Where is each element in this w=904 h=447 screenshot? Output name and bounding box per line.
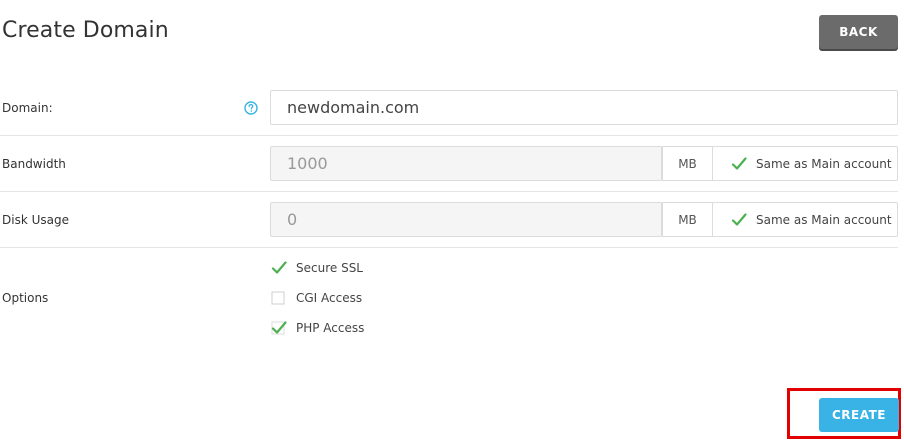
disk-usage-same-label: Same as Main account <box>756 212 892 227</box>
option-label: Secure SSL <box>296 261 363 275</box>
bandwidth-label: Bandwidth <box>2 157 66 171</box>
option-label: CGI Access <box>296 291 363 305</box>
row-divider <box>0 191 898 192</box>
row-divider <box>0 247 898 248</box>
checkmark-icon[interactable] <box>731 212 747 228</box>
domain-input[interactable]: newdomain.com <box>270 90 898 125</box>
create-button[interactable]: CREATE <box>819 398 899 432</box>
disk-usage-unit: MB <box>662 202 713 237</box>
options-label: Options <box>2 291 49 305</box>
bandwidth-unit: MB <box>662 146 713 181</box>
checkmark-icon[interactable] <box>271 320 287 336</box>
disk-usage-label: Disk Usage <box>2 213 69 227</box>
option-php-access[interactable]: PHP Access <box>271 319 364 337</box>
bandwidth-same-label: Same as Main account <box>756 156 892 171</box>
back-button[interactable]: BACK <box>819 15 898 49</box>
bandwidth-input[interactable]: 1000 <box>270 146 662 181</box>
domain-label: Domain: <box>2 101 53 115</box>
page-title: Create Domain <box>2 18 169 43</box>
checkmark-icon[interactable] <box>731 156 747 172</box>
disk-usage-input[interactable]: 0 <box>270 202 662 237</box>
checkmark-icon[interactable] <box>271 260 287 276</box>
bandwidth-same-as-main[interactable]: Same as Main account <box>712 146 898 181</box>
option-cgi-access[interactable]: CGI Access <box>271 289 362 307</box>
row-divider <box>0 135 898 136</box>
checkbox-empty-icon[interactable] <box>271 290 287 306</box>
disk-usage-same-as-main[interactable]: Same as Main account <box>712 202 898 237</box>
option-label: PHP Access <box>296 321 365 335</box>
option-secure-ssl[interactable]: Secure SSL <box>271 259 363 277</box>
help-icon[interactable] <box>244 100 258 115</box>
